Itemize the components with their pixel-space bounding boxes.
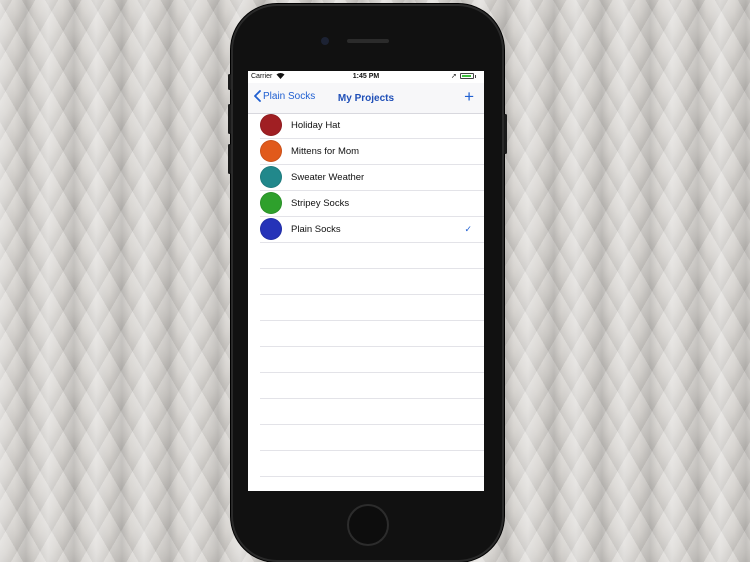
battery-tip xyxy=(475,75,476,78)
empty-row xyxy=(260,321,484,347)
project-row[interactable]: Holiday Hat xyxy=(260,113,484,139)
earpiece-speaker xyxy=(347,39,389,43)
project-row[interactable]: Stripey Socks xyxy=(260,191,484,217)
project-color-swatch xyxy=(260,166,282,188)
mute-switch xyxy=(228,74,231,90)
project-row[interactable]: Sweater Weather xyxy=(260,165,484,191)
project-color-swatch xyxy=(260,140,282,162)
empty-row xyxy=(260,425,484,451)
empty-row xyxy=(260,451,484,477)
project-list: Holiday Hat Mittens for Mom Sweater Weathe… xyxy=(248,113,484,491)
power-button xyxy=(504,114,507,154)
empty-row xyxy=(260,399,484,425)
project-name: Stripey Socks xyxy=(291,198,350,209)
page-title: My Projects xyxy=(337,93,395,104)
project-row[interactable]: Mittens for Mom xyxy=(260,139,484,165)
empty-row xyxy=(260,373,484,399)
add-project-button[interactable]: + xyxy=(464,88,474,105)
checkmark-icon: ✓ xyxy=(464,224,472,234)
empty-row xyxy=(260,243,484,269)
status-time: 1:45 PM xyxy=(352,73,380,80)
battery-fill xyxy=(462,75,471,77)
empty-row xyxy=(260,295,484,321)
volume-up-button xyxy=(228,104,231,134)
navigation-bar: Plain Socks My Projects + xyxy=(248,83,484,114)
volume-down-button xyxy=(228,144,231,174)
battery-icon xyxy=(460,73,474,79)
project-name: Holiday Hat xyxy=(291,120,341,131)
status-bar: Carrier 1:45 PM ➚ xyxy=(248,71,484,83)
phone-frame: Carrier 1:45 PM ➚ Plain Socks My Project… xyxy=(228,4,507,562)
home-button[interactable] xyxy=(347,504,389,546)
project-color-swatch xyxy=(260,218,282,240)
project-color-swatch xyxy=(260,192,282,214)
project-name: Plain Socks xyxy=(291,224,341,235)
project-name: Sweater Weather xyxy=(291,172,365,183)
empty-row xyxy=(260,269,484,295)
empty-row xyxy=(260,347,484,373)
location-arrow-icon: ➚ xyxy=(451,73,457,80)
project-row[interactable]: Plain Socks ✓ xyxy=(260,217,484,243)
project-color-swatch xyxy=(260,114,282,136)
front-camera xyxy=(321,37,329,45)
screen: Carrier 1:45 PM ➚ Plain Socks My Project… xyxy=(248,71,484,491)
project-name: Mittens for Mom xyxy=(291,146,360,157)
empty-row xyxy=(260,477,484,491)
